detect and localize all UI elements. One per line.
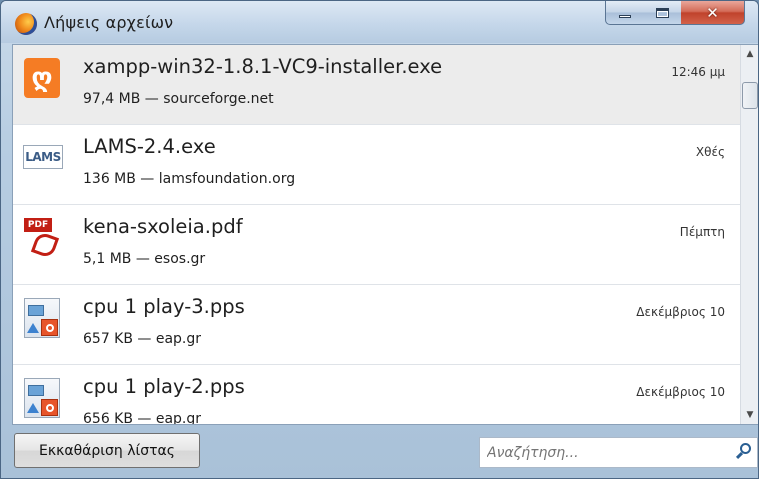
download-filename: cpu 1 play-3.pps <box>83 295 245 318</box>
download-time: Πέμπτη <box>679 225 725 239</box>
scroll-down-arrow-icon[interactable]: ▼ <box>741 406 758 424</box>
download-item[interactable]: PDF kena-sxoleia.pdf 5,1 MB — esos.gr Πέ… <box>13 205 740 285</box>
minimize-button[interactable] <box>605 1 645 25</box>
download-filename: cpu 1 play-2.pps <box>83 375 245 398</box>
download-details: 97,4 MB — sourceforge.net <box>83 91 274 107</box>
download-item[interactable]: LAMS LAMS-2.4.exe 136 MB — lamsfoundatio… <box>13 125 740 205</box>
download-details: 656 KB — eap.gr <box>83 411 202 425</box>
download-item[interactable]: cpu 1 play-2.pps 656 KB — eap.gr Δεκέμβρ… <box>13 365 740 425</box>
scroll-up-arrow-icon[interactable]: ▲ <box>741 45 758 63</box>
download-time: Δεκέμβριος 10 <box>636 385 725 399</box>
download-time: Δεκέμβριος 10 <box>636 305 725 319</box>
close-button[interactable]: ✕ <box>681 1 745 25</box>
scrollbar-thumb[interactable] <box>742 82 758 109</box>
downloads-window: Λήψεις αρχείων ✕ ღ xampp-win32-1.8.1-VC9… <box>0 0 759 479</box>
download-filename: LAMS-2.4.exe <box>83 135 216 158</box>
download-time: Χθές <box>695 145 725 159</box>
search-box[interactable] <box>479 437 758 468</box>
download-time: 12:46 μμ <box>671 65 725 79</box>
close-icon: ✕ <box>706 3 719 22</box>
pps-icon <box>24 298 60 338</box>
search-input[interactable] <box>480 438 730 467</box>
lams-icon: LAMS <box>23 145 63 169</box>
pps-icon <box>24 378 60 418</box>
download-filename: xampp-win32-1.8.1-VC9-installer.exe <box>83 55 443 78</box>
download-details: 657 KB — eap.gr <box>83 331 202 347</box>
xampp-icon: ღ <box>24 58 60 98</box>
downloads-list[interactable]: ღ xampp-win32-1.8.1-VC9-installer.exe 97… <box>12 44 758 425</box>
window-title: Λήψεις αρχείων <box>44 13 174 32</box>
maximize-icon <box>656 7 669 18</box>
download-filename: kena-sxoleia.pdf <box>83 215 243 238</box>
title-bar[interactable]: Λήψεις αρχείων ✕ <box>1 1 758 43</box>
vertical-scrollbar[interactable]: ▲ ▼ <box>740 45 758 424</box>
maximize-button[interactable] <box>644 1 682 25</box>
clear-list-button[interactable]: Εκκαθάριση λίστας <box>14 433 200 468</box>
download-item[interactable]: cpu 1 play-3.pps 657 KB — eap.gr Δεκέμβρ… <box>13 285 740 365</box>
minimize-icon <box>619 15 631 18</box>
pdf-icon: PDF <box>24 218 60 260</box>
download-details: 136 MB — lamsfoundation.org <box>83 171 296 187</box>
firefox-icon <box>15 13 37 35</box>
download-item[interactable]: ღ xampp-win32-1.8.1-VC9-installer.exe 97… <box>13 45 740 125</box>
download-details: 5,1 MB — esos.gr <box>83 251 206 267</box>
search-icon[interactable] <box>735 443 751 461</box>
